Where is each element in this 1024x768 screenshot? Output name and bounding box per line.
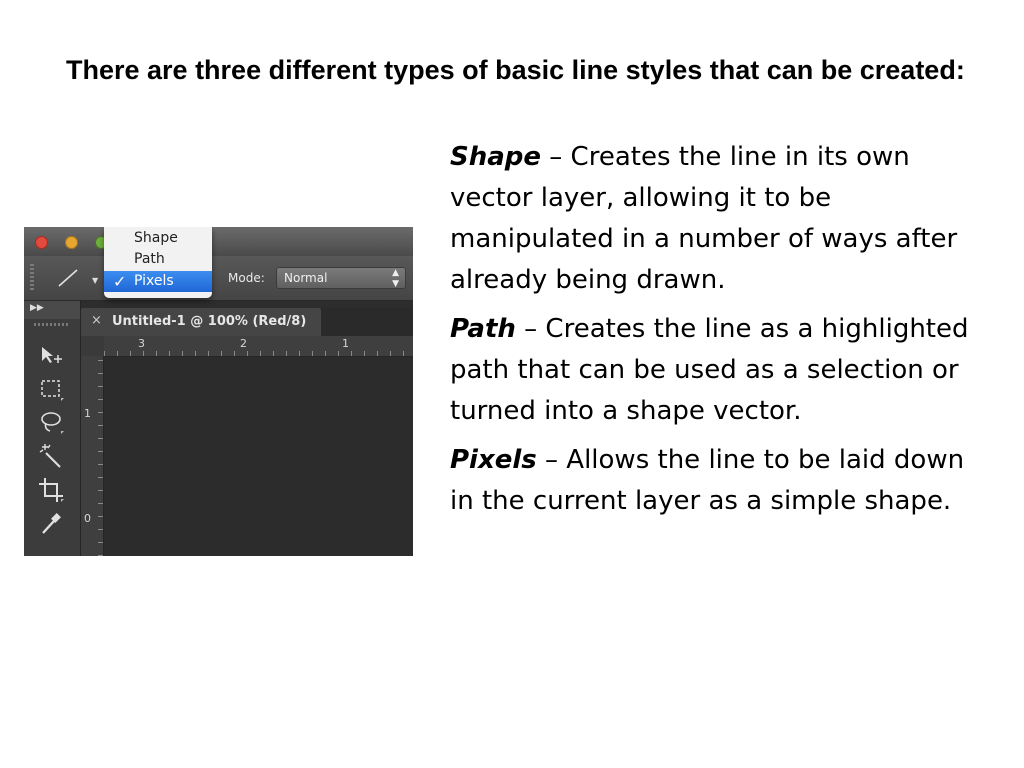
tool-mode-dropdown: Shape Path ✓ Pixels	[104, 227, 212, 298]
ruler-label: 1	[84, 407, 91, 420]
ruler-label: 0	[84, 512, 91, 525]
definition-path: Path – Creates the line as a highlighted…	[450, 309, 990, 432]
term-pixels: Pixels	[450, 445, 537, 475]
document-canvas[interactable]	[104, 357, 413, 556]
mode-value: Normal	[284, 271, 328, 285]
dropdown-option-label: Pixels	[134, 273, 174, 289]
eyedropper-icon[interactable]	[36, 508, 66, 538]
crop-tool-icon[interactable]	[36, 475, 66, 505]
ruler-label: 3	[138, 337, 145, 350]
document-tab-title: Untitled-1 @ 100% (Red/8)	[112, 314, 307, 329]
horizontal-ruler	[104, 336, 413, 357]
updown-arrows-icon: ▲ ▼	[392, 268, 399, 289]
term-path: Path	[450, 314, 516, 344]
document-tab-bar: × Untitled-1 @ 100% (Red/8)	[81, 308, 413, 336]
definition-pixels: Pixels – Allows the line to be laid down…	[450, 440, 990, 522]
slide-heading: There are three different types of basic…	[66, 55, 965, 85]
chevron-down-icon[interactable]: ▼	[92, 276, 98, 285]
ruler-label: 2	[240, 337, 247, 350]
dropdown-option-shape[interactable]: Shape	[104, 228, 212, 249]
tools-panel-header: ▶▶	[24, 301, 80, 319]
dropdown-option-pixels[interactable]: ✓ Pixels	[104, 271, 212, 292]
definitions-list: Shape – Creates the line in its own vect…	[450, 137, 990, 530]
editor-screenshot: ▼ Mode: Normal ▲ ▼ Shape Path ✓ Pixels ▶▶	[24, 227, 413, 556]
tools-panel: ▶▶	[24, 301, 81, 556]
options-bar: ▼ Mode: Normal ▲ ▼	[24, 256, 413, 301]
close-window-button[interactable]	[35, 236, 48, 249]
options-bar-grip[interactable]	[30, 264, 34, 292]
checkmark-icon: ✓	[113, 272, 127, 291]
definition-text: – Creates the line as a highlighted path…	[450, 314, 969, 426]
double-chevron-icon[interactable]: ▶▶	[30, 303, 44, 313]
line-tool-icon[interactable]	[54, 266, 82, 290]
magic-wand-icon[interactable]	[36, 441, 66, 471]
dropdown-option-path[interactable]: Path	[104, 249, 212, 270]
marquee-tool-icon[interactable]	[36, 374, 66, 404]
document-tab[interactable]: × Untitled-1 @ 100% (Red/8)	[81, 308, 321, 336]
term-shape: Shape	[450, 142, 542, 172]
minimize-window-button[interactable]	[65, 236, 78, 249]
ruler-origin	[81, 336, 104, 356]
move-tool-icon[interactable]	[36, 341, 66, 371]
mode-select[interactable]: Normal ▲ ▼	[276, 267, 406, 289]
tools-panel-grip[interactable]	[34, 323, 68, 326]
close-icon[interactable]: ×	[91, 313, 102, 328]
mode-label: Mode:	[228, 271, 265, 285]
window-titlebar	[24, 227, 413, 256]
vertical-ruler	[81, 356, 104, 556]
ruler-label: 1	[342, 337, 349, 350]
definition-shape: Shape – Creates the line in its own vect…	[450, 137, 990, 301]
lasso-tool-icon[interactable]	[36, 407, 66, 437]
